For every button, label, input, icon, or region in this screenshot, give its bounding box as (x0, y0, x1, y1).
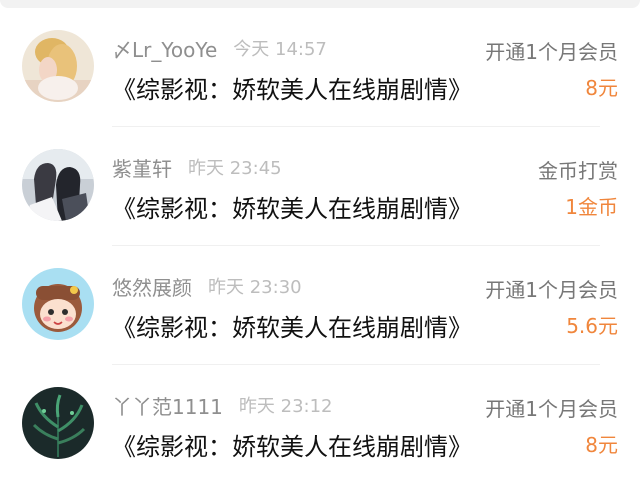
timestamp: 今天 14:57 (233, 39, 327, 60)
reward-type: 金币打赏 (538, 159, 618, 183)
username[interactable]: 〆Lr_YooYe (112, 34, 217, 63)
reward-type: 开通1个月会员 (485, 278, 618, 302)
username[interactable]: 紫堇轩 (112, 153, 172, 182)
timestamp: 昨天 23:30 (208, 277, 302, 298)
username[interactable]: 丫丫范1111 (112, 391, 223, 420)
reward-row[interactable]: 紫堇轩 昨天 23:45 《综影视：娇软美人在线崩剧情》 金币打赏 1金币 (0, 127, 640, 246)
row-meta: 丫丫范1111 昨天 23:12 (112, 391, 333, 419)
drama-couple-avatar-icon[interactable] (22, 149, 94, 221)
green-plant-avatar-icon[interactable] (22, 387, 94, 459)
work-title[interactable]: 《综影视：娇软美人在线崩剧情》 (112, 308, 472, 343)
reward-amount: 1金币 (565, 195, 618, 219)
cartoon-girl-avatar-icon[interactable] (22, 268, 94, 340)
row-meta: 紫堇轩 昨天 23:45 (112, 153, 282, 181)
work-title[interactable]: 《综影视：娇软美人在线崩剧情》 (112, 189, 472, 224)
reward-amount: 8元 (585, 76, 618, 100)
reward-row[interactable]: 〆Lr_YooYe 今天 14:57 《综影视：娇软美人在线崩剧情》 开通1个月… (0, 8, 640, 127)
top-strip (0, 0, 640, 8)
row-meta: 〆Lr_YooYe 今天 14:57 (112, 34, 327, 62)
reward-amount: 5.6元 (566, 314, 618, 338)
username[interactable]: 悠然展颜 (112, 272, 192, 301)
reward-list: 〆Lr_YooYe 今天 14:57 《综影视：娇软美人在线崩剧情》 开通1个月… (0, 8, 640, 484)
work-title[interactable]: 《综影视：娇软美人在线崩剧情》 (112, 70, 472, 105)
work-title[interactable]: 《综影视：娇软美人在线崩剧情》 (112, 427, 472, 462)
timestamp: 昨天 23:12 (238, 396, 333, 417)
reward-row[interactable]: 丫丫范1111 昨天 23:12 《综影视：娇软美人在线崩剧情》 开通1个月会员… (0, 365, 640, 484)
timestamp: 昨天 23:45 (188, 158, 282, 179)
row-meta: 悠然展颜 昨天 23:30 (112, 272, 302, 300)
reward-amount: 8元 (585, 433, 618, 457)
reward-type: 开通1个月会员 (485, 397, 618, 421)
reward-type: 开通1个月会员 (485, 40, 618, 64)
blonde-girl-avatar-icon[interactable] (22, 30, 94, 102)
reward-row[interactable]: 悠然展颜 昨天 23:30 《综影视：娇软美人在线崩剧情》 开通1个月会员 5.… (0, 246, 640, 365)
